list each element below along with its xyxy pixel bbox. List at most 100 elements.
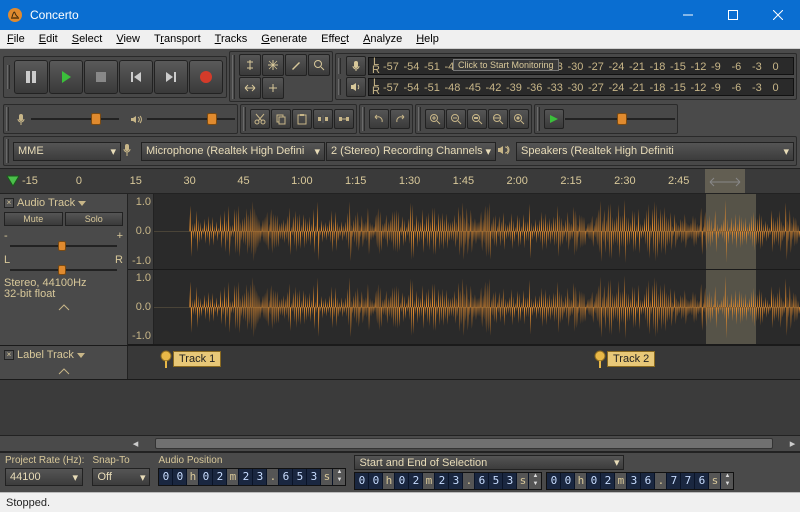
cut-button[interactable]	[250, 109, 270, 129]
track-format: Stereo, 44100Hz 32-bit float	[4, 278, 123, 300]
chevron-down-icon: ▾	[110, 145, 116, 158]
track-close-button[interactable]: ×	[4, 198, 14, 208]
project-rate-label: Project Rate (Hz):	[5, 455, 84, 466]
menu-tracks[interactable]: Tracks	[208, 31, 255, 47]
fit-project-button[interactable]	[488, 109, 508, 129]
menu-edit[interactable]: Edit	[32, 31, 65, 47]
skip-end-button[interactable]	[154, 60, 188, 94]
timeline-ruler[interactable]: -1501530451:001:151:301:452:002:152:302:…	[0, 168, 800, 194]
recording-device-combo[interactable]: Microphone (Realtek High Defini▾	[141, 142, 325, 161]
snap-to-combo[interactable]: Off▾	[92, 468, 150, 486]
status-bar: Stopped.	[0, 492, 800, 512]
zoom-in-button[interactable]	[425, 109, 445, 129]
track-collapse-button[interactable]	[4, 303, 123, 315]
host-api-combo[interactable]: MME▾	[13, 142, 121, 161]
vertical-scale: 1.00.0-1.0	[128, 194, 154, 269]
waveform-left[interactable]	[154, 194, 800, 269]
waveform-right[interactable]	[154, 270, 800, 345]
rec-meter-icon[interactable]	[346, 56, 366, 76]
audio-position-field[interactable]: 00h02m23.653s▲▼	[158, 468, 346, 486]
play-meter-icon[interactable]	[346, 77, 366, 97]
menu-effect[interactable]: Effect	[314, 31, 356, 47]
selection-mode-combo[interactable]: Start and End of Selection▾	[354, 455, 624, 470]
selection-tool[interactable]	[239, 54, 261, 76]
selection-toolbar: Project Rate (Hz): 44100▾ Snap-To Off▾ A…	[0, 452, 800, 492]
trim-button[interactable]	[313, 109, 333, 129]
undo-button[interactable]	[369, 109, 389, 129]
menu-file[interactable]: File	[0, 31, 32, 47]
track-dropdown-icon[interactable]	[77, 351, 85, 359]
menu-analyze[interactable]: Analyze	[356, 31, 409, 47]
device-toolbar: MME▾ Microphone (Realtek High Defini▾ 2 …	[3, 136, 797, 166]
recording-meter[interactable]: LR -57-54-51-48-45-42-39-36-33-30-27-24-…	[368, 57, 794, 75]
meter-hint: Click to Start Monitoring	[453, 59, 559, 71]
playback-device-combo[interactable]: Speakers (Realtek High Definiti▾	[516, 142, 794, 161]
playback-volume-slider[interactable]	[147, 113, 235, 125]
zoom-toggle-button[interactable]	[509, 109, 529, 129]
label-track-body[interactable]: Track 1 Track 2	[128, 346, 800, 379]
pause-button[interactable]	[14, 60, 48, 94]
snap-to-label: Snap-To	[92, 455, 150, 466]
track-collapse-button[interactable]	[4, 367, 123, 379]
paste-button[interactable]	[292, 109, 312, 129]
maximize-button[interactable]	[710, 0, 755, 30]
record-button[interactable]	[189, 60, 223, 94]
label-pin-icon	[160, 350, 172, 368]
titlebar: Concerto	[0, 0, 800, 30]
selection-end-field[interactable]: 00h02m36.776s▲▼	[546, 472, 734, 490]
track-name: Label Track	[17, 349, 74, 361]
toolbars: LR -57-54-51-48-45-42-39-36-33-30-27-24-…	[0, 49, 800, 168]
mic-icon	[122, 143, 140, 160]
recording-volume-slider[interactable]	[31, 113, 119, 125]
app-icon	[7, 7, 23, 23]
playback-meter[interactable]: LR -57-54-51-48-45-42-39-36-33-30-27-24-…	[368, 78, 794, 96]
zoom-tool[interactable]	[308, 54, 330, 76]
play-button[interactable]	[49, 60, 83, 94]
gain-slider[interactable]	[4, 242, 123, 250]
draw-tool[interactable]	[285, 54, 307, 76]
pan-slider[interactable]	[4, 266, 123, 274]
stop-button[interactable]	[84, 60, 118, 94]
multi-tool[interactable]	[262, 77, 284, 99]
redo-button[interactable]	[390, 109, 410, 129]
project-rate-combo[interactable]: 44100▾	[5, 468, 83, 486]
close-button[interactable]	[755, 0, 800, 30]
solo-button[interactable]: Solo	[65, 212, 124, 226]
scroll-right-button[interactable]: ▸	[785, 436, 800, 451]
zoom-out-button[interactable]	[446, 109, 466, 129]
fit-selection-button[interactable]	[467, 109, 487, 129]
label-marker[interactable]: Track 1	[160, 350, 221, 368]
skip-start-button[interactable]	[119, 60, 153, 94]
silence-button[interactable]	[334, 109, 354, 129]
menu-transport[interactable]: Transport	[147, 31, 208, 47]
edit-toolbar	[240, 104, 357, 134]
menu-generate[interactable]: Generate	[254, 31, 314, 47]
playhead-icon[interactable]	[6, 175, 20, 189]
track-dropdown-icon[interactable]	[78, 199, 86, 207]
minimize-button[interactable]	[665, 0, 710, 30]
track-control-panel[interactable]: × Audio Track Mute Solo -+ LR Stereo, 44…	[0, 194, 128, 345]
horizontal-scrollbar[interactable]: ◂ ▸	[0, 435, 800, 452]
playback-speed-slider[interactable]	[565, 113, 675, 125]
menu-select[interactable]: Select	[65, 31, 110, 47]
selection-start-field[interactable]: 00h02m23.653s▲▼	[354, 472, 542, 490]
loop-region[interactable]	[705, 169, 745, 193]
menu-help[interactable]: Help	[409, 31, 446, 47]
label-marker[interactable]: Track 2	[594, 350, 655, 368]
timeshift-tool[interactable]	[239, 77, 261, 99]
copy-button[interactable]	[271, 109, 291, 129]
label-pin-icon	[594, 350, 606, 368]
play-volume-icon	[129, 112, 144, 127]
envelope-tool[interactable]	[262, 54, 284, 76]
recording-channels-combo[interactable]: 2 (Stereo) Recording Channels▾	[326, 142, 496, 161]
window-title: Concerto	[30, 8, 665, 22]
scroll-left-button[interactable]: ◂	[128, 436, 143, 451]
mute-button[interactable]: Mute	[4, 212, 63, 226]
tools-toolbar	[229, 51, 333, 102]
menu-view[interactable]: View	[109, 31, 147, 47]
label-track: × Label Track Track 1 Track 2	[0, 346, 800, 380]
track-close-button[interactable]: ×	[4, 350, 14, 360]
play-at-speed-button[interactable]	[544, 109, 564, 129]
mixer-toolbar	[3, 104, 238, 134]
menubar: File Edit Select View Transport Tracks G…	[0, 30, 800, 49]
